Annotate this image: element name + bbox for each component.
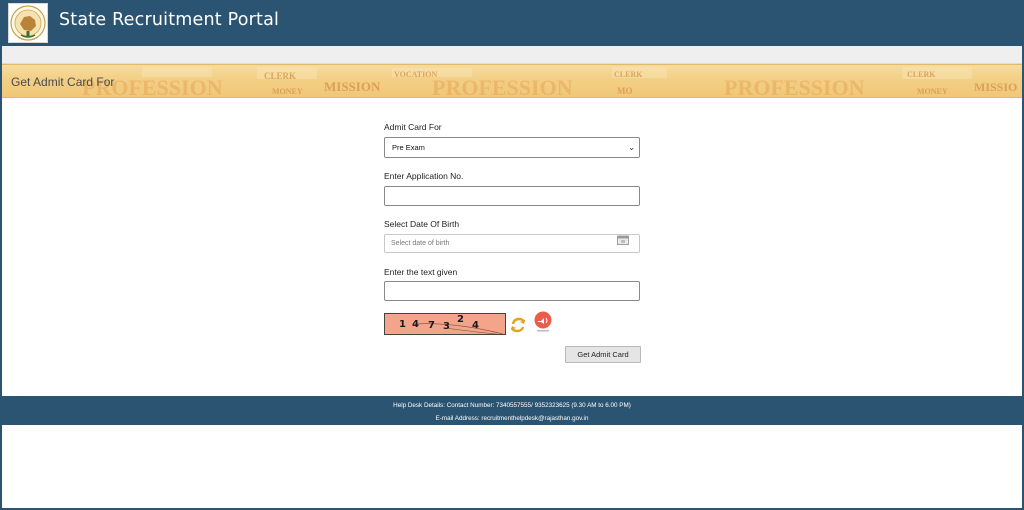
dob-label: Select Date Of Birth [384, 219, 460, 229]
svg-text:MISSIO: MISSIO [974, 80, 1017, 94]
app-title: State Recruitment Portal [59, 10, 280, 30]
refresh-captcha-icon[interactable] [510, 317, 526, 333]
captcha-image: 1 4 7 3 2 4 [384, 313, 506, 335]
captcha-digit: 4 [472, 320, 479, 331]
svg-text:CLERK: CLERK [614, 70, 643, 79]
captcha-digit: 4 [412, 319, 419, 330]
svg-text:MISSION: MISSION [324, 79, 381, 94]
rajasthan-emblem-icon[interactable] [8, 3, 48, 43]
top-header: State Recruitment Portal [0, 0, 1024, 46]
dob-placeholder: Select date of birth [391, 240, 450, 247]
svg-text:MO: MO [617, 86, 633, 96]
captcha-digit: 7 [428, 320, 435, 331]
admit-card-for-label: Admit Card For [384, 122, 442, 132]
get-admit-card-button[interactable]: Get Admit Card [565, 346, 641, 363]
page-banner: PROFESSION PROFESSION PROFESSION CLERK V… [2, 64, 1022, 98]
captcha-digit: 1 [399, 319, 406, 330]
captcha-text-input[interactable] [384, 281, 640, 301]
audio-captcha-icon[interactable] [533, 311, 553, 333]
captcha-row: 1 4 7 3 2 4 [384, 311, 642, 337]
banner-title: Get Admit Card For [11, 75, 115, 89]
chevron-down-icon: ⌄ [628, 143, 635, 152]
dob-input[interactable]: Select date of birth [384, 234, 640, 253]
admit-card-for-select[interactable]: Pre Exam ⌄ [384, 137, 640, 158]
footer: Help Desk Details: Contact Number: 73405… [2, 396, 1022, 425]
application-no-input[interactable] [384, 186, 640, 206]
calendar-icon[interactable] [617, 235, 629, 245]
svg-text:MONEY: MONEY [272, 87, 303, 96]
svg-text:PROFESSION: PROFESSION [432, 75, 573, 98]
captcha-text-label: Enter the text given [384, 267, 458, 277]
helpdesk-email: E-mail Address: recruitmenthelpdesk@raja… [435, 414, 589, 422]
svg-text:VOCATION: VOCATION [394, 70, 437, 79]
svg-text:MONEY: MONEY [917, 87, 948, 96]
svg-text:CLERK: CLERK [264, 71, 296, 81]
captcha-digit: 3 [443, 321, 450, 332]
captcha-digit: 2 [457, 314, 464, 325]
helpdesk-text: Help Desk Details: Contact Number: 73405… [393, 402, 631, 409]
application-no-label: Enter Application No. [384, 171, 464, 181]
admit-card-for-selected: Pre Exam [392, 143, 425, 152]
svg-text:PROFESSION: PROFESSION [724, 75, 865, 98]
sub-toolbar [2, 46, 1022, 64]
banner-newspaper-pattern: PROFESSION PROFESSION PROFESSION CLERK V… [82, 67, 1017, 98]
svg-text:CLERK: CLERK [907, 70, 936, 79]
